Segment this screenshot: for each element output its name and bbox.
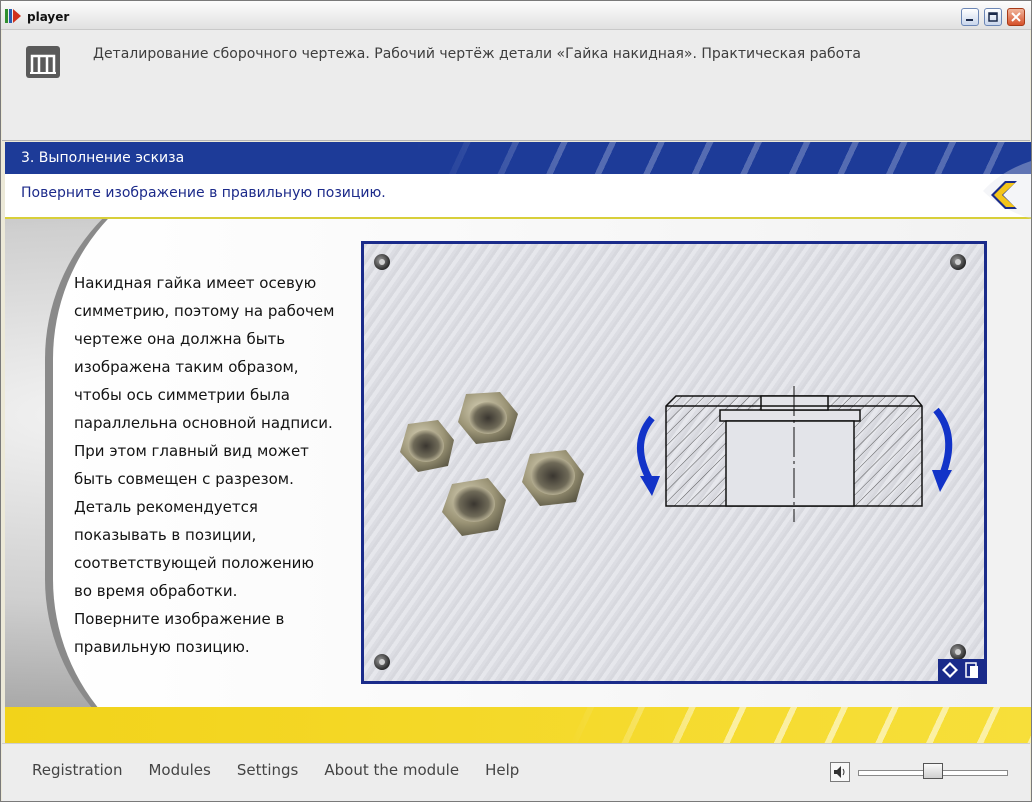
section-band: 3. Выполнение эскиза <box>5 142 1031 174</box>
description-line: чтобы ось симметрии была <box>74 386 290 404</box>
close-button[interactable] <box>1007 8 1025 26</box>
nut-icon <box>442 478 506 536</box>
footer-menu: Registration Modules Settings About the … <box>32 761 519 779</box>
rotate-left-icon[interactable] <box>637 415 660 496</box>
decorative-strip <box>5 707 1031 743</box>
menu-registration[interactable]: Registration <box>32 761 122 779</box>
volume-slider-thumb[interactable] <box>923 763 943 779</box>
description-line: изображена таким образом, <box>74 358 299 376</box>
window-title: player <box>27 10 70 24</box>
screw-icon <box>374 254 390 270</box>
title-bar[interactable]: player <box>1 1 1031 30</box>
menu-help[interactable]: Help <box>485 761 519 779</box>
back-arrow-icon[interactable] <box>961 161 1031 219</box>
instruction-text: Поверните изображение в правильную позиц… <box>21 185 386 201</box>
screw-icon <box>950 644 966 660</box>
minimize-icon <box>966 19 973 21</box>
description-line: параллельна основной надписи. <box>74 414 333 432</box>
description-line: чертеже она должна быть <box>74 330 286 348</box>
description-line: во время обработки. <box>74 582 238 600</box>
description-line: При этом главный вид может <box>74 442 309 460</box>
description-text: Накидная гайка имеет осевую симметрию, п… <box>74 269 364 661</box>
nut-icon <box>522 450 584 506</box>
screw-icon <box>950 254 966 270</box>
player-window: player Деталирование сборочного чертежа.… <box>0 0 1032 802</box>
minimize-button[interactable] <box>961 8 979 26</box>
eraser-icon[interactable] <box>940 660 960 680</box>
description-line: Поверните изображение в <box>74 610 285 628</box>
maximize-icon <box>988 12 998 22</box>
instruction-bar: Поверните изображение в правильную позиц… <box>5 174 1031 219</box>
description-line: Деталь рекомендуется <box>74 498 258 516</box>
menu-settings[interactable]: Settings <box>237 761 299 779</box>
sound-icon[interactable] <box>830 762 850 782</box>
description-line: показывать в позиции, <box>74 526 257 544</box>
course-title: Деталирование сборочного чертежа. Рабочи… <box>93 46 861 62</box>
nut-icon <box>458 392 518 444</box>
menu-about-module[interactable]: About the module <box>324 761 459 779</box>
content-area: Накидная гайка имеет осевую симметрию, п… <box>5 219 1031 709</box>
maximize-button[interactable] <box>984 8 1002 26</box>
close-icon <box>1011 12 1021 22</box>
description-line: правильную позицию. <box>74 638 250 656</box>
screw-icon <box>374 654 390 670</box>
menu-modules[interactable]: Modules <box>148 761 210 779</box>
nut-icon <box>400 420 454 472</box>
description-line: Накидная гайка имеет осевую <box>74 274 317 292</box>
course-header: Деталирование сборочного чертежа. Рабочи… <box>2 30 1030 141</box>
nut-section-drawing <box>637 386 953 522</box>
nuts-photo <box>400 392 584 536</box>
copy-icon[interactable] <box>962 660 982 680</box>
section-title: 3. Выполнение эскиза <box>21 150 185 166</box>
description-line: быть совмещен с разрезом. <box>74 470 294 488</box>
logo-icon <box>26 46 60 78</box>
description-line: соответствующей положению <box>74 554 315 572</box>
app-icon <box>5 9 21 23</box>
description-line: симметрию, поэтому на рабочем <box>74 302 335 320</box>
rotate-right-icon[interactable] <box>932 407 953 492</box>
panel-toolbar <box>938 659 984 681</box>
drawing-panel <box>361 241 987 684</box>
footer-bar: Registration Modules Settings About the … <box>2 743 1030 801</box>
